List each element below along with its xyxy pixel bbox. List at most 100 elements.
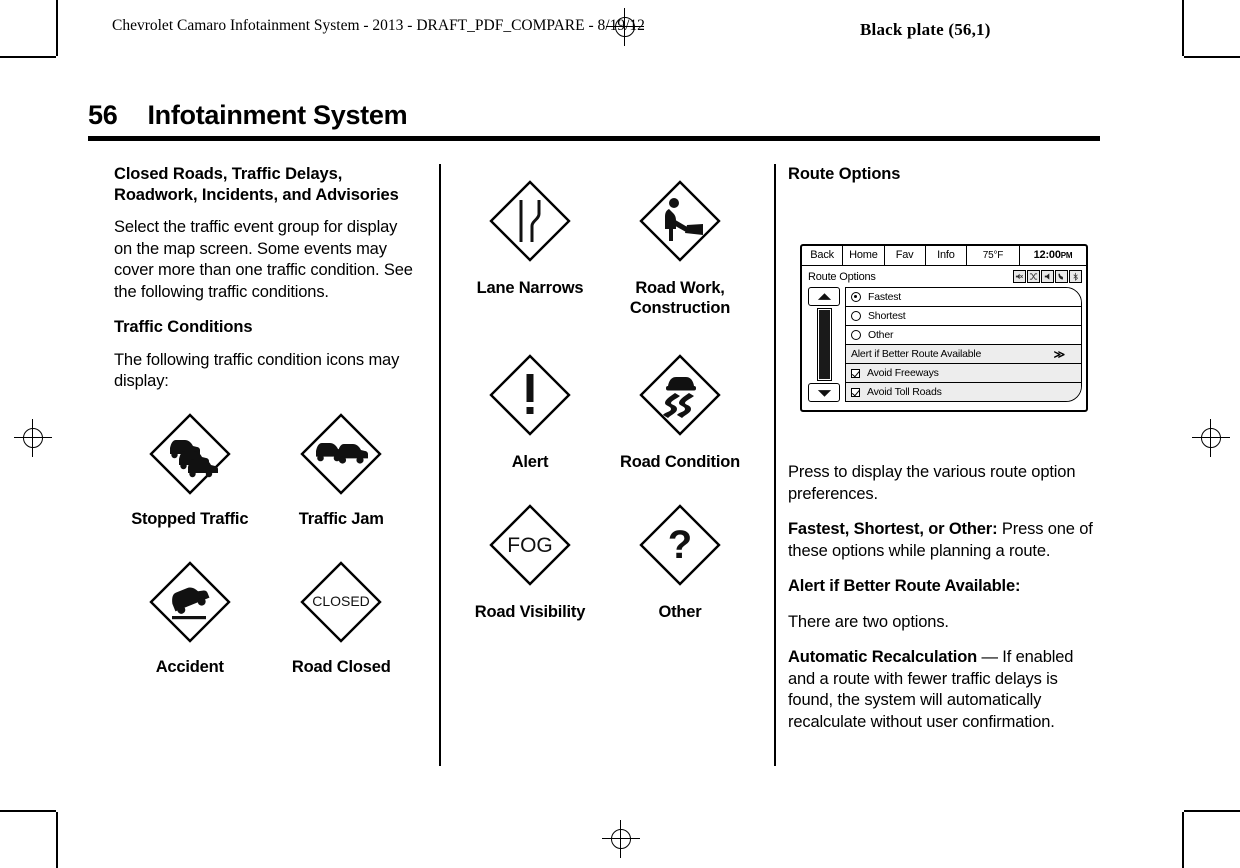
registration-mark-right <box>1192 419 1230 457</box>
traffic-jam-sign-icon <box>300 412 382 495</box>
list-item-other[interactable]: Other <box>846 326 1081 345</box>
section-heading-closed-roads: Closed Roads, Traffic Delays, Roadwork, … <box>114 165 399 204</box>
list-item-label: Fastest <box>868 291 902 303</box>
paragraph-press-to-display: Press to display the various route optio… <box>788 463 1076 503</box>
crop-mark-bottom-right-vertical <box>1182 812 1184 868</box>
svg-text:CLOSED: CLOSED <box>312 593 370 609</box>
clock-ampm: PM <box>1060 251 1073 260</box>
radio-fastest-icon[interactable] <box>851 292 861 302</box>
route-options-screen-figure: Back Home Fav Info 75°F 12:00PM Route Op… <box>800 244 1092 412</box>
svg-text:?: ? <box>668 523 692 567</box>
shuffle-icon <box>1027 270 1040 283</box>
term-fastest-shortest-other: Fastest, Shortest, or Other: <box>788 520 998 538</box>
scroll-down-arrow-icon[interactable] <box>808 383 840 402</box>
paragraph-alert-better-route-heading: Alert if Better Route Available: <box>788 576 1100 598</box>
status-icon-tray <box>1013 270 1082 283</box>
icon-cell-other: ? Other <box>605 502 755 622</box>
icon-cell-road-visibility: FOG Road Visibility <box>455 502 605 622</box>
icon-cell-alert: Alert <box>455 352 605 472</box>
term-alert-better-route: Alert if Better Route Available: <box>788 577 1021 595</box>
registration-mark-left <box>14 419 52 457</box>
screen-body: Fastest Shortest Other Alert if Better R… <box>802 286 1086 410</box>
paragraph-icons-may-display: The following traffic condition icons ma… <box>114 350 400 391</box>
registration-mark-bottom <box>602 820 640 858</box>
icon-caption-lane-narrows: Lane Narrows <box>476 279 584 297</box>
traffic-icon-grid-3: Lane Narrows Road Work, Construction <box>455 178 755 318</box>
crop-mark-top-right-horizontal <box>1184 56 1240 58</box>
page-number: 56 <box>88 100 118 130</box>
icon-cell-lane-narrows: Lane Narrows <box>455 178 605 318</box>
infotainment-screen: Back Home Fav Info 75°F 12:00PM Route Op… <box>800 244 1088 412</box>
paragraph-automatic-recalculation: Automatic Recalculation — If enabled and… <box>788 647 1100 733</box>
section-heading-route-options: Route Options <box>788 165 901 183</box>
black-plate-label: Black plate (56,1) <box>860 20 991 39</box>
term-automatic-recalculation: Automatic Recalculation <box>788 648 978 666</box>
checkbox-avoid-freeways-icon[interactable] <box>851 368 860 378</box>
icon-cell-road-condition: Road Condition <box>605 352 755 472</box>
icon-cell-road-closed: CLOSED Road Closed <box>266 559 418 677</box>
icon-cell-stopped-traffic: Stopped Traffic <box>114 411 266 529</box>
checkbox-avoid-toll-roads-icon[interactable] <box>851 387 860 397</box>
bluetooth-icon <box>1069 270 1082 283</box>
phone-icon <box>1055 270 1068 283</box>
column-three-body: Press to display the various route optio… <box>788 462 1100 747</box>
scrollbar-track[interactable] <box>816 308 832 381</box>
screen-tab-bar: Back Home Fav Info 75°F 12:00PM <box>802 246 1086 266</box>
icon-caption-road-visibility: Road Visibility <box>474 603 586 621</box>
list-item-avoid-freeways[interactable]: Avoid Freeways <box>846 364 1081 383</box>
list-item-shortest[interactable]: Shortest <box>846 307 1081 326</box>
icon-caption-traffic-jam: Traffic Jam <box>298 509 384 528</box>
screen-title: Route Options <box>808 270 876 283</box>
traffic-icon-grid-4: Alert Road Condition <box>455 352 755 472</box>
traffic-icon-grid-1: Stopped Traffic Traffic Jam <box>114 411 417 529</box>
column-divider-2 <box>774 164 776 766</box>
route-options-list: Fastest Shortest Other Alert if Better R… <box>845 287 1082 402</box>
temperature-display: 75°F <box>967 246 1020 265</box>
tab-info[interactable]: Info <box>926 246 967 265</box>
speaker-icon <box>1041 270 1054 283</box>
column-divider-1 <box>439 164 441 766</box>
accident-sign-icon <box>149 560 231 643</box>
list-item-label: Other <box>868 329 894 341</box>
title-rule <box>88 136 1100 141</box>
crop-mark-bottom-right-horizontal <box>1184 810 1240 812</box>
radio-shortest-icon[interactable] <box>851 311 861 321</box>
icon-caption-accident: Accident <box>155 657 224 676</box>
tab-fav[interactable]: Fav <box>885 246 926 265</box>
tab-home[interactable]: Home <box>843 246 885 265</box>
list-item-avoid-toll-roads[interactable]: Avoid Toll Roads <box>846 383 1081 401</box>
clock-display: 12:00PM <box>1020 246 1086 265</box>
road-closed-sign-icon: CLOSED <box>300 560 382 643</box>
scrollbar-thumb[interactable] <box>818 310 830 379</box>
page-title-block: 56 Infotainment System <box>88 100 1100 141</box>
icon-caption-alert: Alert <box>511 453 549 471</box>
mute-icon <box>1013 270 1026 283</box>
icon-caption-road-work: Road Work, Construction <box>629 279 731 317</box>
tab-back[interactable]: Back <box>802 246 844 265</box>
alert-sign-icon <box>489 354 571 436</box>
icon-cell-accident: Accident <box>114 559 266 677</box>
crop-mark-bottom-left-horizontal <box>0 810 56 812</box>
running-header: Chevrolet Camaro Infotainment System - 2… <box>112 17 645 34</box>
page-title-text: Infotainment System <box>147 100 408 130</box>
scroll-controls[interactable] <box>807 287 841 402</box>
svg-text:FOG: FOG <box>507 534 553 557</box>
column-three: Route Options <box>788 164 1100 185</box>
column-two: Lane Narrows Road Work, Construction Ale… <box>455 164 755 622</box>
list-item-alert-better-route[interactable]: Alert if Better Route Available ≫ <box>846 345 1081 364</box>
chevron-right-icon[interactable]: ≫ <box>1054 348 1066 361</box>
traffic-icon-grid-5: FOG Road Visibility ? Other <box>455 502 755 622</box>
list-item-fastest[interactable]: Fastest <box>846 288 1081 307</box>
list-item-label: Avoid Freeways <box>867 367 939 379</box>
lane-narrows-sign-icon <box>489 180 571 262</box>
radio-other-icon[interactable] <box>851 330 861 340</box>
page-title: 56 Infotainment System <box>88 100 1100 131</box>
section-heading-traffic-conditions: Traffic Conditions <box>114 318 253 336</box>
clock-time: 12:00 <box>1033 249 1061 261</box>
scroll-up-arrow-icon[interactable] <box>808 287 840 306</box>
column-one: Closed Roads, Traffic Delays, Roadwork, … <box>114 164 417 677</box>
icon-cell-traffic-jam: Traffic Jam <box>266 411 418 529</box>
road-condition-slippery-sign-icon <box>639 354 721 436</box>
icon-caption-road-closed: Road Closed <box>291 657 391 676</box>
crop-mark-top-left-vertical <box>56 0 58 56</box>
